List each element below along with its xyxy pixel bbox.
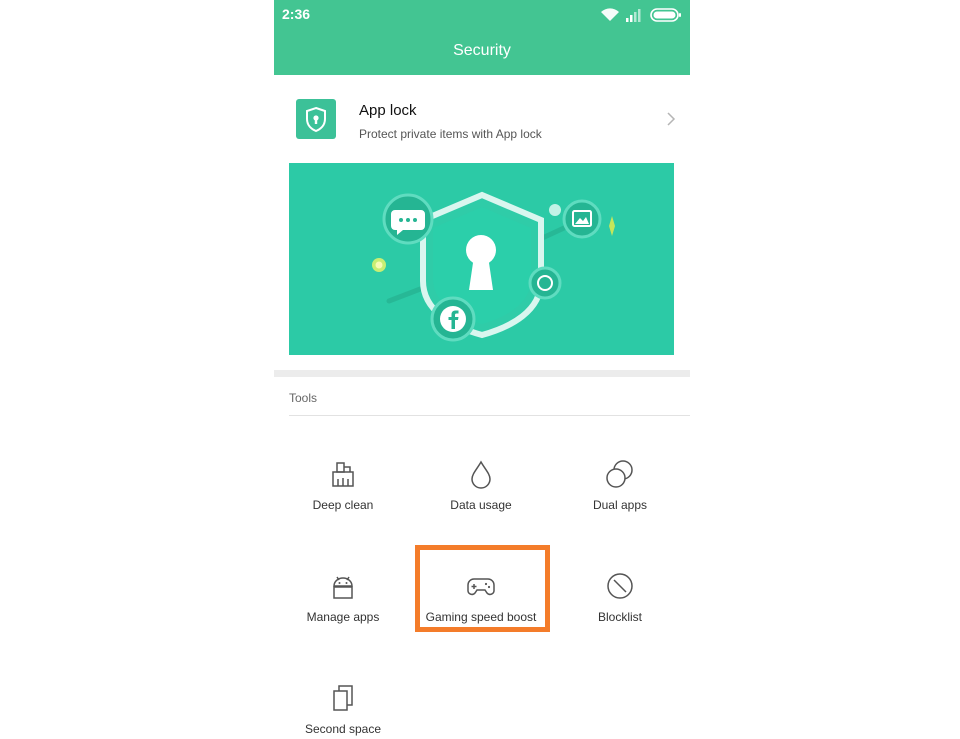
battery-icon — [650, 8, 681, 22]
app-lock-item[interactable]: App lock Protect private items with App … — [274, 75, 690, 163]
broom-icon — [332, 462, 354, 487]
chevron-right-icon — [667, 112, 676, 126]
app-lock-banner[interactable] — [289, 163, 674, 355]
app-lock-subtitle: Protect private items with App lock — [359, 127, 542, 141]
page-title: Security — [453, 42, 511, 59]
dual-circles-icon — [606, 460, 633, 488]
stacked-pages-icon — [333, 685, 353, 711]
shield-lock-icon — [296, 99, 336, 139]
wifi-icon — [601, 8, 619, 21]
tool-dual-apps[interactable]: Dual apps — [551, 459, 689, 539]
banner-illustration — [372, 191, 615, 342]
tool-data-usage[interactable]: Data usage — [412, 459, 550, 539]
tool-manage-apps[interactable]: Manage apps — [274, 571, 412, 651]
tools-section-label: Tools — [289, 391, 318, 405]
tool-second-space[interactable]: Second space — [274, 683, 412, 739]
block-icon — [607, 573, 633, 599]
android-icon — [333, 576, 353, 599]
tool-label: Manage apps — [306, 610, 380, 624]
tool-label: Blocklist — [597, 610, 642, 624]
gallery-icon — [562, 199, 602, 239]
tool-label: Deep clean — [312, 498, 374, 512]
tool-label: Second space — [304, 722, 382, 736]
header-bar: 2:36 Security — [274, 0, 690, 75]
section-divider — [274, 370, 690, 377]
highlight-box — [415, 545, 550, 632]
app-lock-title: App lock — [359, 102, 417, 119]
call-icon — [528, 266, 562, 300]
tool-label: Data usage — [450, 498, 512, 512]
tools-divider — [289, 415, 690, 416]
signal-icon — [626, 9, 641, 22]
status-icons — [600, 6, 682, 24]
tool-blocklist[interactable]: Blocklist — [551, 571, 689, 651]
tool-deep-clean[interactable]: Deep clean — [274, 459, 412, 539]
tool-label: Dual apps — [592, 498, 648, 512]
status-time: 2:36 — [282, 6, 311, 22]
droplet-icon — [471, 460, 491, 489]
security-screen: 2:36 Security App lock Protect private i… — [274, 0, 690, 739]
